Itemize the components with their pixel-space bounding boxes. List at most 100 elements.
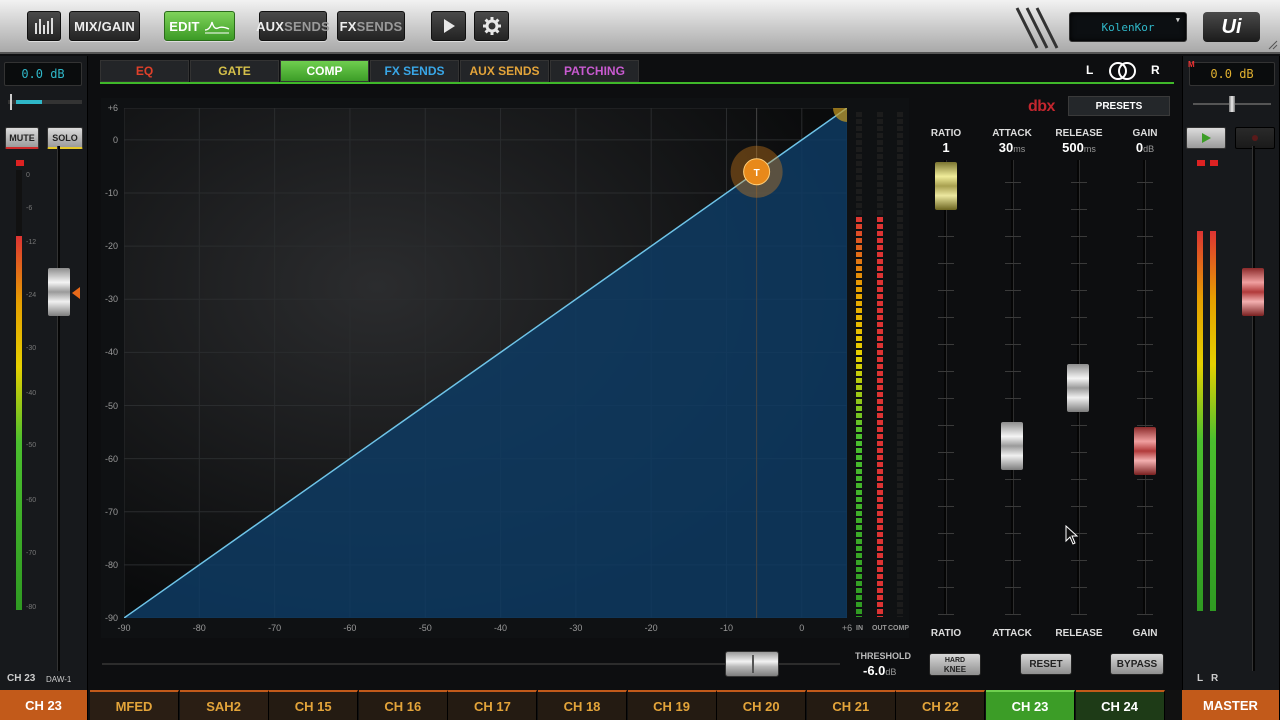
mix-gain-button[interactable]: MIX/GAIN (69, 11, 140, 41)
meter-in-label: IN (856, 625, 863, 632)
gain-label: GAIN (1132, 128, 1158, 139)
channel-button-mfed[interactable]: MFED (90, 690, 179, 720)
mute-button[interactable]: MUTE (5, 127, 39, 149)
fader-tick (938, 290, 954, 291)
y-tick-label: -40 (104, 347, 118, 358)
fader-scale-tick: -24 (26, 292, 37, 299)
channel-button-ch-22[interactable]: CH 22 (896, 690, 986, 720)
dropdown-arrow-icon: ▼ (1175, 16, 1180, 24)
fader-tick (1071, 182, 1087, 183)
fader-tick (1137, 614, 1153, 615)
attack-fader-cap[interactable] (1001, 422, 1023, 470)
x-tick-label: -70 (268, 623, 282, 633)
channel-button-master[interactable]: MASTER (1182, 690, 1280, 720)
channel-button-ch-15[interactable]: CH 15 (269, 690, 359, 720)
master-strip: 0.0 dB M L R (1182, 56, 1280, 690)
master-clip-label: M (1188, 60, 1195, 69)
fader-tick (938, 614, 954, 615)
balance-slider-handle[interactable] (1229, 96, 1235, 112)
fader-tick (1071, 263, 1087, 264)
fader-tick (1005, 371, 1021, 372)
settings-button[interactable] (474, 11, 509, 41)
clip-indicator (16, 160, 24, 166)
tab-gate[interactable]: GATE (190, 60, 279, 82)
bypass-button[interactable]: BYPASS (1110, 653, 1164, 675)
channel-button-ch-20[interactable]: CH 20 (717, 690, 807, 720)
fader-tick (1137, 560, 1153, 561)
tab-aux-sends[interactable]: AUX SENDS (460, 60, 549, 82)
aux-sends-button[interactable]: AUX SENDS (256, 11, 330, 41)
processing-tabs: EQ GATE COMP FX SENDS AUX SENDS PATCHING (100, 60, 1174, 84)
pan-slider[interactable] (8, 94, 82, 110)
tab-comp[interactable]: COMP (280, 60, 369, 82)
y-tick-label: -10 (104, 188, 118, 198)
channel-button-ch-16[interactable]: CH 16 (358, 690, 448, 720)
device-name: KolenKor (1101, 20, 1155, 34)
master-play-button[interactable] (1186, 127, 1226, 149)
channel-button-ch-21[interactable]: CH 21 (806, 690, 896, 720)
fader-tick (1137, 587, 1153, 588)
y-tick-label: -30 (104, 294, 118, 305)
mixer-overview-button[interactable] (27, 11, 61, 41)
master-fader-track[interactable] (1252, 146, 1255, 671)
stereo-link-icon[interactable] (1108, 60, 1138, 82)
fx-sends-button[interactable]: FX SENDS (337, 11, 405, 41)
transfer-curve-plot[interactable]: T (124, 108, 847, 618)
ratio-fader-cap[interactable] (935, 162, 957, 210)
tab-fx-sends[interactable]: FX SENDS (370, 60, 459, 82)
presets-button[interactable]: PRESETS (1068, 96, 1170, 116)
fader-tick (1137, 344, 1153, 345)
channel-button-sah2[interactable]: SAH2 (179, 690, 269, 720)
channel-button-ch-19[interactable]: CH 19 (627, 690, 717, 720)
fader-tick (1005, 560, 1021, 561)
pan-slider-handle[interactable] (10, 94, 12, 110)
channel-button-ch-23[interactable]: CH 23 (0, 690, 88, 720)
channel-fader-cap[interactable] (48, 268, 70, 316)
strip-channel-label: CH 23 (7, 673, 36, 684)
fader-tick (1071, 317, 1087, 318)
fader-tick (1071, 506, 1087, 507)
channel-button-ch-18[interactable]: CH 18 (538, 690, 627, 720)
attack-fader-track[interactable] (1011, 160, 1014, 615)
mixer-bars-icon (35, 18, 53, 34)
fader-tick (938, 533, 954, 534)
solo-button[interactable]: SOLO (47, 127, 83, 149)
channel-level-meter-fill (16, 236, 22, 610)
fx-sends-suffix: SENDS (356, 18, 403, 34)
x-tick-label: -20 (644, 623, 658, 633)
fader-tick (938, 317, 954, 318)
meter-comp-label: COMP (888, 625, 909, 632)
fader-scale-tick: -70 (26, 550, 37, 557)
channel-fader-track[interactable] (57, 146, 60, 671)
master-clip-r (1210, 160, 1218, 166)
ratio-fader-track[interactable] (944, 160, 947, 615)
tab-patching[interactable]: PATCHING (550, 60, 639, 82)
ui-logo[interactable]: Ui (1203, 12, 1260, 42)
reset-button[interactable]: RESET (1020, 653, 1072, 675)
mouse-cursor-icon (1065, 525, 1079, 545)
play-button[interactable] (431, 11, 466, 41)
fader-tick (1005, 290, 1021, 291)
channel-button-ch-23[interactable]: CH 23 (986, 690, 1075, 720)
fader-tick (1005, 209, 1021, 210)
edit-button[interactable]: EDIT (164, 11, 235, 41)
channel-button-ch-24[interactable]: CH 24 (1075, 690, 1165, 720)
gain-fader-cap[interactable] (1134, 427, 1156, 475)
fader-tick (1071, 560, 1087, 561)
master-record-button[interactable] (1235, 127, 1275, 149)
gain-footer-label: GAIN (1132, 628, 1158, 639)
master-fader-cap[interactable] (1242, 268, 1264, 316)
tab-eq[interactable]: EQ (100, 60, 189, 82)
channel-button-ch-17[interactable]: CH 17 (448, 690, 538, 720)
fader-scale-tick: -6 (26, 205, 33, 212)
release-fader-cap[interactable] (1067, 364, 1089, 412)
fader-tick (1071, 209, 1087, 210)
threshold-marker-label: T (754, 168, 760, 179)
device-name-display[interactable]: KolenKor ▼ (1069, 12, 1187, 42)
master-balance-slider[interactable] (1193, 96, 1271, 112)
threshold-slider-thumb[interactable] (724, 651, 779, 677)
fader-tick (938, 587, 954, 588)
gain-fader-track[interactable] (1143, 160, 1146, 615)
gain-value: 0dB (1110, 140, 1180, 155)
hard-knee-button[interactable]: HARD KNEE (929, 653, 981, 676)
